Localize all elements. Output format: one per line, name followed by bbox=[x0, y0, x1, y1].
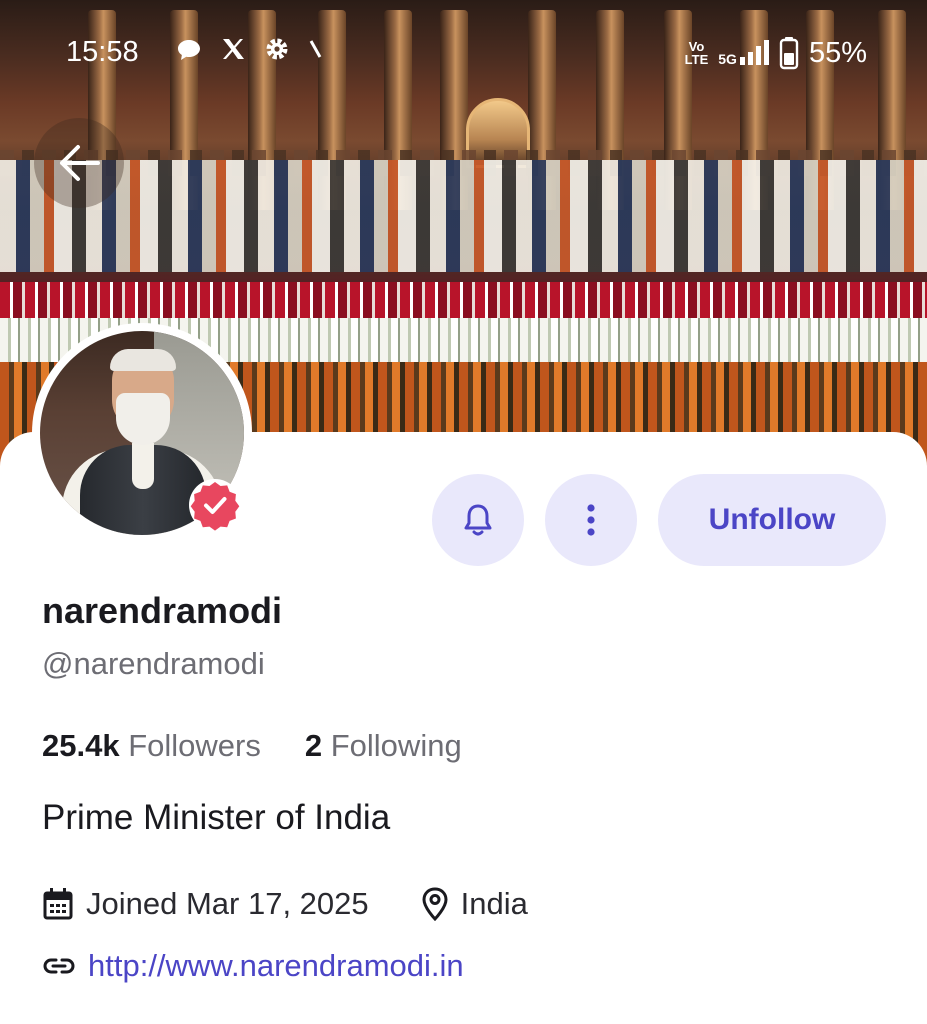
bell-icon bbox=[464, 504, 492, 536]
status-notification-icons bbox=[176, 36, 324, 71]
followers-count: 25.4k bbox=[42, 728, 120, 763]
network-type: 5G bbox=[718, 51, 737, 67]
joined-date: Joined Mar 17, 2025 bbox=[42, 886, 369, 922]
back-button[interactable] bbox=[34, 118, 124, 208]
location-text: India bbox=[460, 886, 528, 921]
followers-label: Followers bbox=[128, 728, 261, 763]
battery-percentage: 55% bbox=[808, 36, 867, 69]
arrow-left-icon bbox=[60, 145, 100, 181]
following-link[interactable]: 2 Following bbox=[305, 728, 462, 764]
gear-icon bbox=[264, 36, 290, 71]
location-pin-icon bbox=[422, 887, 448, 921]
followers-link[interactable]: 25.4k Followers bbox=[42, 728, 261, 764]
more-options-button[interactable] bbox=[545, 474, 637, 566]
chat-bubble-icon bbox=[176, 37, 202, 71]
slash-icon bbox=[308, 36, 324, 71]
unfollow-label: Unfollow bbox=[708, 503, 836, 536]
signal-icon bbox=[739, 40, 769, 65]
following-count: 2 bbox=[304, 728, 323, 763]
website-link[interactable]: http://www.narendramodi.in bbox=[88, 948, 464, 984]
notifications-button[interactable] bbox=[432, 474, 524, 566]
volte-indicator: Vo LTE bbox=[684, 39, 709, 67]
profile-meta: Joined Mar 17, 2025 India bbox=[42, 886, 580, 922]
unfollow-button[interactable]: Unfollow bbox=[658, 474, 886, 566]
status-system-icons: Vo LTE 5G 55% bbox=[685, 36, 867, 70]
location: India bbox=[421, 886, 528, 922]
status-time: 15:58 bbox=[66, 36, 139, 68]
bio-text: Prime Minister of India bbox=[42, 798, 391, 837]
joined-text: Joined Mar 17, 2025 bbox=[86, 886, 369, 921]
calendar-icon bbox=[43, 888, 73, 920]
more-vertical-icon bbox=[587, 504, 595, 536]
x-logo-icon bbox=[220, 36, 246, 71]
verified-badge-icon bbox=[188, 478, 242, 532]
display-name: narendramodi bbox=[42, 590, 283, 631]
link-icon bbox=[43, 958, 75, 974]
user-handle: @narendramodi bbox=[42, 646, 265, 681]
follow-stats: 25.4k Followers 2 Following bbox=[42, 728, 462, 764]
website: http://www.narendramodi.in bbox=[42, 948, 464, 984]
battery-icon bbox=[779, 37, 799, 70]
following-label: Following bbox=[330, 728, 462, 763]
